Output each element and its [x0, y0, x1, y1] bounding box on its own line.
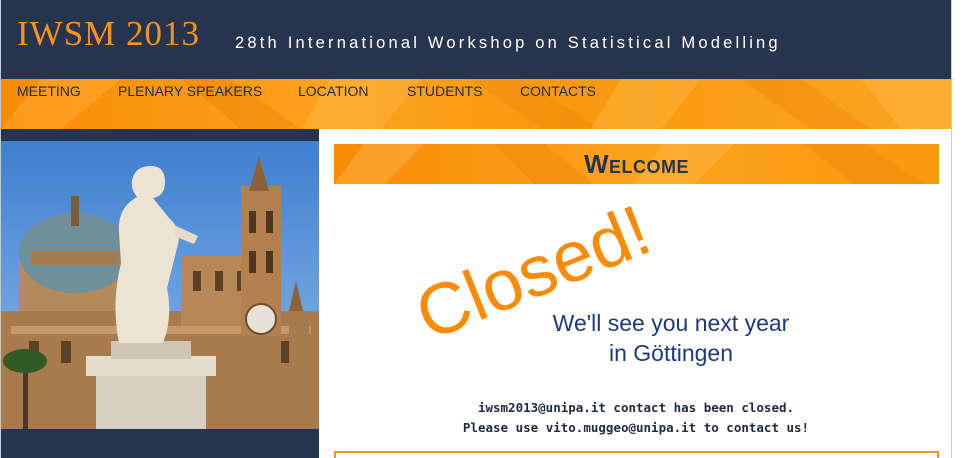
- nav-plenary-speakers[interactable]: PLENARY SPEAKERS: [118, 83, 262, 99]
- cathedral-photo: [1, 141, 319, 429]
- site-subtitle: 28th International Workshop on Statistic…: [235, 34, 781, 52]
- notice-contact-closed: iwsm2013@unipa.it contact has been close…: [477, 400, 795, 415]
- see-you-line-1: We'll see you next year: [553, 310, 790, 336]
- nav-location[interactable]: LOCATION: [298, 83, 369, 99]
- site-header: IWSM 2013 28th International Workshop on…: [1, 0, 951, 79]
- sidebar: [1, 129, 319, 458]
- nav-students[interactable]: STUDENTS: [407, 83, 482, 99]
- main-content: Welcome Closed! We'll see you next year …: [319, 129, 951, 458]
- page: IWSM 2013 28th International Workshop on…: [0, 0, 952, 458]
- nav-contacts[interactable]: CONTACTS: [520, 83, 596, 99]
- main-navigation: MEETING PLENARY SPEAKERS LOCATION STUDEN…: [1, 79, 951, 129]
- content-box: [334, 451, 939, 458]
- welcome-title: Welcome: [583, 149, 690, 179]
- welcome-banner: Welcome: [334, 144, 939, 184]
- closed-graphic: Closed! We'll see you next year in Götti…: [409, 191, 790, 366]
- page-scrollbar[interactable]: [952, 0, 972, 458]
- nav-meeting[interactable]: MEETING: [17, 83, 81, 99]
- see-you-line-2: in Göttingen: [609, 340, 733, 366]
- notice-use-new-contact: Please use vito.muggeo@unipa.it to conta…: [462, 420, 810, 435]
- site-title[interactable]: IWSM 2013: [17, 14, 200, 54]
